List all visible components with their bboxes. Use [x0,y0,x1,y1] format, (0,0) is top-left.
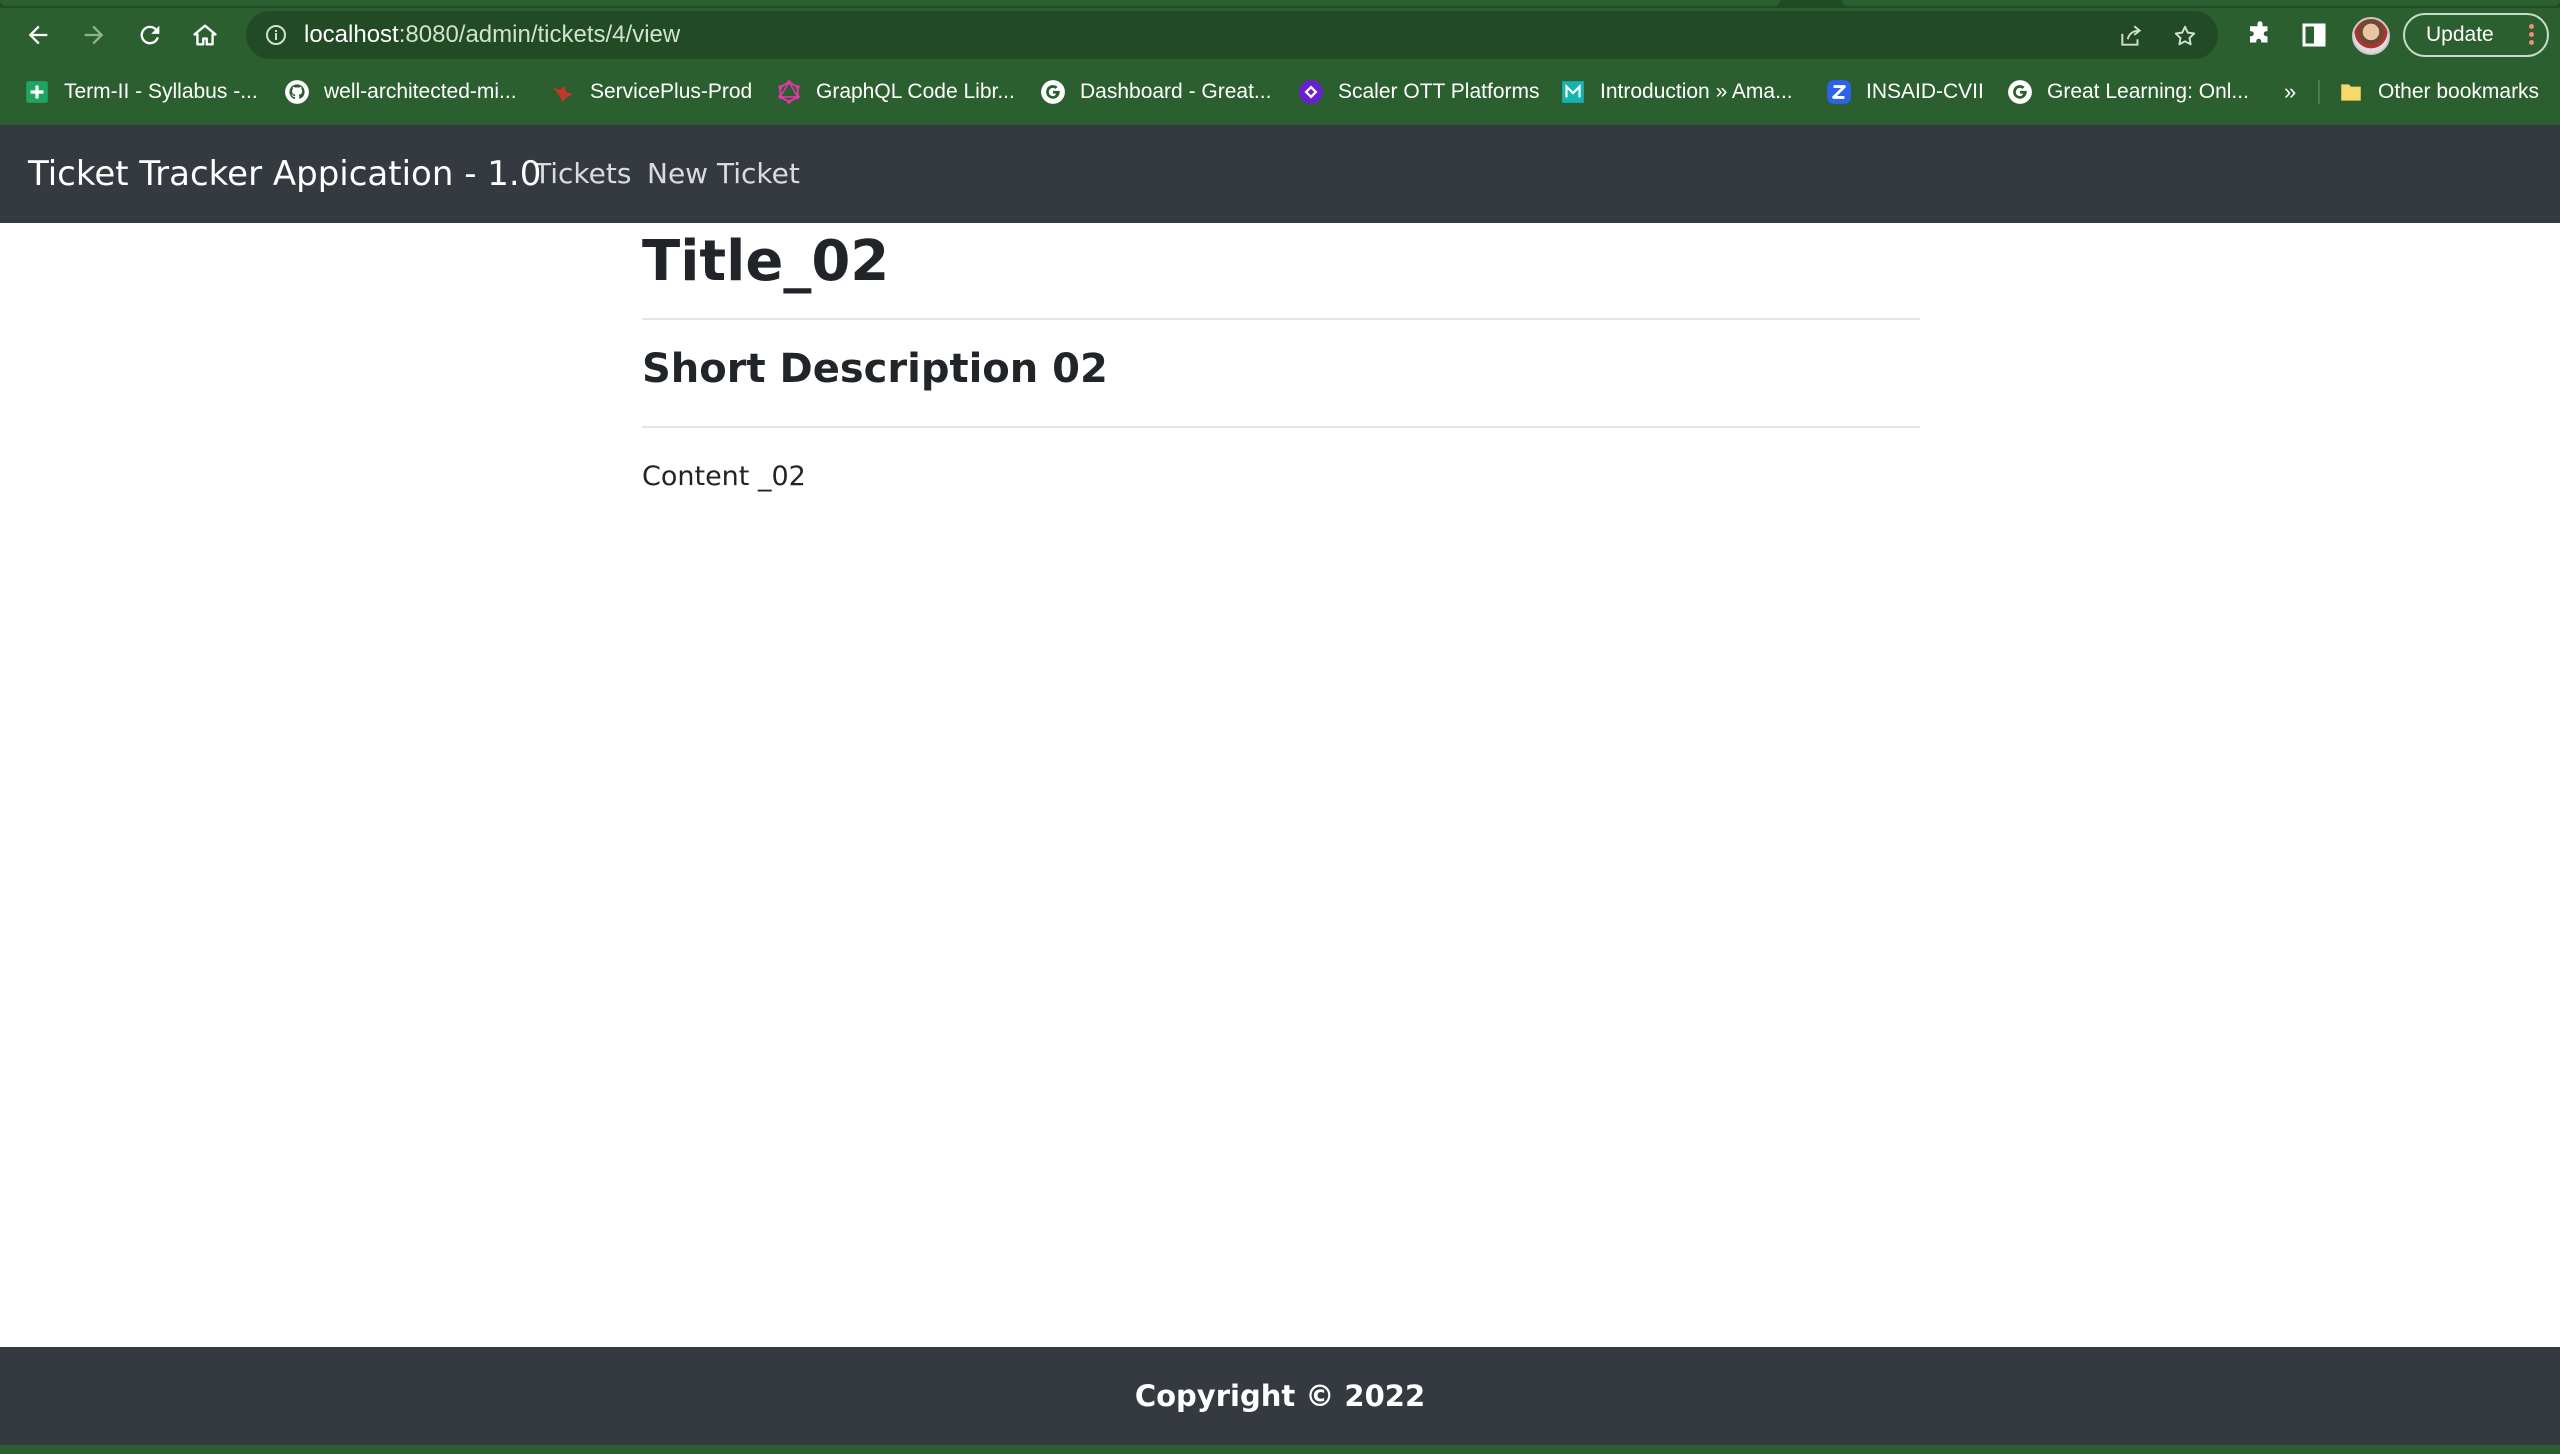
bookmark-label: Introduction » Ama... [1600,80,1793,103]
bookmark-label: Great Learning: Onl... [2047,80,2249,103]
profile-avatar[interactable] [2352,17,2390,55]
bookmark-item[interactable]: Scaler OTT Platforms [1298,70,1540,114]
update-label: Update [2426,23,2494,46]
bookmarks-bar: Term-II - Syllabus -... well-architected… [0,70,2560,114]
other-bookmarks-folder[interactable]: Other bookmarks [2338,70,2539,114]
google-g-icon [2007,79,2033,105]
page-footer: Copyright © 2022 [0,1347,2560,1445]
bookmark-star-button[interactable] [2170,21,2200,51]
app-brand[interactable]: Ticket Tracker Appication - 1.0 [28,125,541,223]
scaler-icon [1298,79,1324,105]
bookmark-item[interactable]: Introduction » Ama... [1560,70,1793,114]
folder-icon [2338,79,2364,105]
side-panel-icon [2302,23,2326,47]
back-arrow-icon [28,25,48,45]
ticket-short-description: Short Description 02 [642,346,1108,392]
nav-link-tickets[interactable]: Tickets [534,125,631,223]
github-icon [284,79,310,105]
divider [642,318,1920,320]
reload-button[interactable] [126,11,174,59]
update-button[interactable]: Update [2403,13,2549,57]
browser-chrome: localhost:8080/admin/tickets/4/view Upda… [0,0,2560,125]
share-button[interactable] [2116,21,2146,51]
graphql-icon [776,79,802,105]
bookmark-label: GraphQL Code Libr... [816,80,1015,103]
url-path: :8080/admin/tickets/4/view [398,21,681,48]
site-info-icon[interactable] [264,23,288,47]
bookmark-item[interactable]: Dashboard - Great... [1040,70,1271,114]
star-icon [2174,25,2196,46]
back-button[interactable] [14,11,62,59]
home-icon [193,24,217,46]
window-bottom-edge [0,1445,2560,1454]
bookmark-item[interactable]: GraphQL Code Libr... [776,70,1015,114]
bookmark-item[interactable]: ServicePlus-Prod [550,70,752,114]
bookmark-item[interactable]: well-architected-mi... [284,70,517,114]
bookmark-item[interactable]: INSAID-CVII [1826,70,1984,114]
bookmark-item[interactable]: Great Learning: Onl... [2007,70,2249,114]
forward-arrow-icon [84,25,104,45]
bookmark-label: well-architected-mi... [324,80,517,103]
serviceplus-icon [550,79,576,105]
extensions-button[interactable] [2242,17,2278,53]
sheets-plus-icon [24,79,50,105]
nav-link-new-ticket[interactable]: New Ticket [647,125,800,223]
other-bookmarks-label: Other bookmarks [2378,80,2540,103]
bookmark-label: Term-II - Syllabus -... [64,80,258,103]
menu-kebab-icon [2529,24,2535,46]
side-panel-button[interactable] [2296,17,2332,53]
bookmark-label: ServicePlus-Prod [590,80,753,103]
bookmark-label: Dashboard - Great... [1080,80,1272,103]
url-text[interactable]: localhost:8080/admin/tickets/4/view [304,11,680,59]
app-navbar: Ticket Tracker Appication - 1.0 Tickets … [0,125,2560,223]
url-host: localhost [304,21,399,48]
forward-button[interactable] [70,11,118,59]
teal-bookmark-icon [1560,79,1586,105]
tab-strip [0,0,2560,8]
ticket-title: Title_02 [642,229,890,294]
inactive-tab-edge[interactable] [1842,0,2560,6]
address-bar[interactable]: localhost:8080/admin/tickets/4/view [246,11,2218,59]
puzzle-icon [2250,21,2268,43]
ticket-content: Content _02 [642,461,806,492]
bookmark-label: Scaler OTT Platforms [1338,80,1540,103]
divider [642,426,1920,428]
bookmarks-divider [2318,80,2320,104]
zoom-z-icon [1826,79,1852,105]
more-bookmarks-button[interactable]: » [2284,70,2296,114]
bookmark-label: INSAID-CVII [1866,80,1984,103]
copyright-text: Copyright © 2022 [1134,1379,1426,1413]
share-icon [2121,25,2142,46]
bookmark-item[interactable]: Term-II - Syllabus -... [24,70,258,114]
browser-toolbar: localhost:8080/admin/tickets/4/view Upda… [0,8,2560,62]
home-button[interactable] [181,11,229,59]
google-g-icon [1040,79,1066,105]
active-tab-edge[interactable] [0,0,1780,6]
reload-icon [140,25,160,45]
